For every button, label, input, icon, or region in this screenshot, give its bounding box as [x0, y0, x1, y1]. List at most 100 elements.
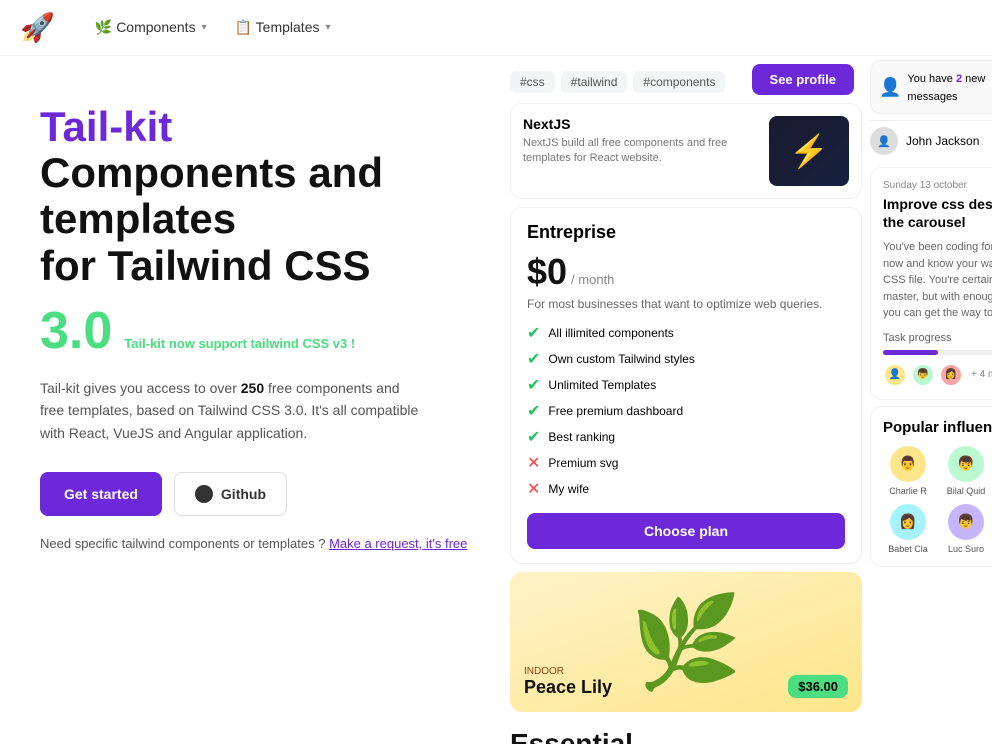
choose-plan-button[interactable]: Choose plan	[527, 513, 845, 549]
check-icon: ✔	[527, 427, 540, 447]
messages-card: 👤 You have 2 new messages ✉	[870, 60, 992, 114]
tag-tailwind[interactable]: #tailwind	[561, 71, 628, 93]
nextjs-title: NextJS	[523, 116, 759, 132]
task-label: Task progress	[883, 332, 951, 344]
tag-css[interactable]: #css	[510, 71, 555, 93]
chevron-down-icon: ▾	[325, 22, 330, 33]
price-value: $0	[527, 251, 567, 293]
css-title: Improve css design of the carousel	[883, 195, 992, 231]
feature-best-ranking: ✔ Best ranking	[527, 427, 845, 447]
feature-list: ✔ All illimited components ✔ Own custom …	[527, 323, 845, 499]
hero-title-tailwind: for Tailwind CSS	[40, 242, 371, 289]
price-row: $0 / month	[527, 251, 845, 293]
influencer-avatar: 👩	[890, 504, 926, 540]
messages-text: You have 2 new messages	[907, 69, 992, 105]
task-avatar: 👩	[939, 363, 963, 387]
influencer-grid: 👨 Charlie R 👦 Bilal Quid 👩 Aschi Ish	[883, 446, 992, 554]
hero-desc-bold: 250	[241, 380, 264, 396]
hero-request-text: Need specific tailwind components or tem…	[40, 536, 470, 551]
logo[interactable]: 🚀	[20, 11, 59, 44]
hero-version-row: 3.0 Tail-kit now support tailwind CSS v3…	[40, 305, 470, 357]
x-icon: ✕	[527, 453, 540, 473]
hero-desc-before: Tail-kit gives you access to over	[40, 380, 241, 396]
feature-unlimited-components: ✔ All illimited components	[527, 323, 845, 343]
influencer-avatar: 👨	[890, 446, 926, 482]
nextjs-info: NextJS NextJS build all free components …	[523, 116, 759, 167]
product-info: Indoor Peace Lily	[524, 666, 612, 698]
hero-description: Tail-kit gives you access to over 250 fr…	[40, 377, 420, 444]
nextjs-thumbnail: ⚡	[769, 116, 849, 186]
plant-emoji: 🌿	[630, 590, 742, 695]
task-avatars-row: 👤 👦 👩 + 4 more	[883, 363, 992, 387]
nav-templates-label: 📋 Templates	[235, 19, 320, 36]
product-name: Peace Lily	[524, 677, 612, 698]
enterprise-title: Entreprise	[527, 222, 845, 243]
influencer-bilal: 👦 Bilal Quid	[941, 446, 991, 496]
feature-custom-tailwind: ✔ Own custom Tailwind styles	[527, 349, 845, 369]
hero-version-sub: Tail-kit now support tailwind CSS v3 !	[124, 336, 355, 351]
product-label: Indoor	[524, 666, 612, 677]
hero-title: Tail-kit Components and templates for Ta…	[40, 104, 470, 289]
css-description: You've been coding for a while now and k…	[883, 239, 992, 322]
navbar: 🚀 🌿 Components ▾ 📋 Templates ▾	[0, 0, 992, 56]
nav-templates[interactable]: 📋 Templates ▾	[223, 13, 343, 42]
check-icon: ✔	[527, 401, 540, 421]
tag-components[interactable]: #components	[633, 71, 725, 93]
hero-title-accent: Tail-kit	[40, 103, 172, 150]
nav-components-label: 🌿 Components	[95, 19, 196, 36]
message-avatar: 👤	[879, 77, 901, 98]
hero-section: Tail-kit Components and templates for Ta…	[0, 56, 510, 744]
product-price: $36.00	[788, 675, 848, 698]
essential-title: Essential	[510, 720, 862, 744]
feature-unlimited-templates: ✔ Unlimited Templates	[527, 375, 845, 395]
task-progress-bar	[883, 350, 992, 355]
right-panels: #css #tailwind #components See profile N…	[510, 56, 992, 744]
influencer-name: Luc Suro	[948, 544, 984, 554]
nav-components[interactable]: 🌿 Components ▾	[83, 13, 219, 42]
x-icon: ✕	[527, 479, 540, 499]
middle-panel: #css #tailwind #components See profile N…	[510, 56, 870, 744]
nav-items: 🌿 Components ▾ 📋 Templates ▾	[83, 13, 343, 42]
request-link[interactable]: Make a request, it's free	[329, 536, 467, 551]
price-desc: For most businesses that want to optimiz…	[527, 297, 845, 311]
task-more: + 4 more	[971, 369, 992, 380]
top-bar: #css #tailwind #components See profile	[510, 64, 862, 95]
see-profile-button[interactable]: See profile	[752, 64, 854, 95]
messages-row: 👤 You have 2 new messages ✉	[879, 69, 992, 105]
hero-buttons: Get started ⬤ Github	[40, 472, 470, 516]
tag-row: #css #tailwind #components	[510, 67, 725, 93]
hero-title-main: Components and templates	[40, 149, 383, 242]
get-started-button[interactable]: Get started	[40, 472, 162, 516]
user-select-row[interactable]: 👤 John Jackson ▾	[870, 120, 992, 161]
check-icon: ✔	[527, 349, 540, 369]
github-label: Github	[221, 486, 266, 502]
feature-free-dashboard: ✔ Free premium dashboard	[527, 401, 845, 421]
price-period: / month	[571, 272, 614, 287]
influencer-luc: 👦 Luc Suro	[941, 504, 991, 554]
logo-icon: 🚀	[20, 11, 55, 44]
css-date: Sunday 13 october	[883, 180, 992, 191]
influencer-name: Babet Cla	[888, 544, 928, 554]
influencer-name: Charlie R	[889, 486, 927, 496]
css-design-card: Sunday 13 october Improve css design of …	[870, 167, 992, 400]
influencer-name: Bilal Quid	[947, 486, 986, 496]
task-avatar: 👤	[883, 363, 907, 387]
popular-title: Popular influencor	[883, 419, 992, 436]
product-card: 🌿 Indoor Peace Lily $36.00	[510, 572, 862, 712]
influencer-charlie: 👨 Charlie R	[883, 446, 933, 496]
nextjs-desc: NextJS build all free components and fre…	[523, 136, 759, 167]
task-progress-row: Task progress 33%	[883, 332, 992, 344]
feature-premium-svg: ✕ Premium svg	[527, 453, 845, 473]
check-icon: ✔	[527, 375, 540, 395]
influencer-babet: 👩 Babet Cla	[883, 504, 933, 554]
influencer-avatar: 👦	[948, 446, 984, 482]
user-avatar: 👤	[870, 127, 898, 155]
feature-my-wife: ✕ My wife	[527, 479, 845, 499]
influencer-avatar: 👦	[948, 504, 984, 540]
nextjs-card: NextJS NextJS build all free components …	[510, 103, 862, 199]
middle-second-col: 👤 You have 2 new messages ✉ 👤 John Jacks…	[870, 56, 992, 744]
chevron-down-icon: ▾	[202, 22, 207, 33]
task-avatar: 👦	[911, 363, 935, 387]
github-button[interactable]: ⬤ Github	[174, 472, 287, 516]
nextjs-thumb-icon: ⚡	[789, 132, 829, 170]
